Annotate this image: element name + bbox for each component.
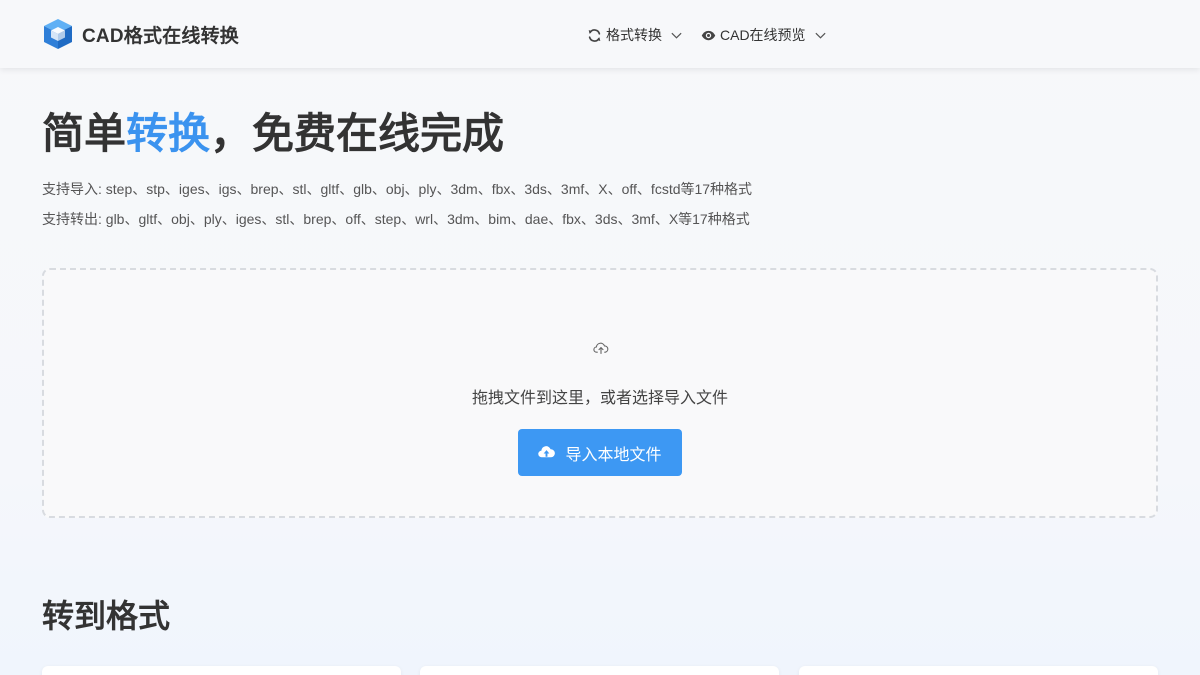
eye-icon (701, 30, 716, 40)
brand-name: CAD格式在线转换 (82, 25, 239, 47)
hero-title-post: ，免费在线完成 (210, 110, 505, 157)
cloud-upload-icon (538, 446, 556, 458)
hero-title: 简单转换，免费在线完成 (42, 108, 504, 160)
nav-cad-preview-label: CAD在线预览 (720, 27, 806, 43)
cube-icon (44, 19, 72, 49)
cloud-upload-icon (593, 342, 609, 355)
main-nav: 格式转换 CAD在线预览 (587, 23, 827, 47)
refresh-icon (588, 28, 601, 42)
supported-import-formats: 支持导入: step、stp、iges、igs、brep、stl、gltf、gl… (42, 181, 753, 197)
format-card[interactable] (42, 666, 401, 675)
nav-cad-preview[interactable]: CAD在线预览 (701, 25, 827, 45)
nav-format-convert[interactable]: 格式转换 (587, 25, 683, 45)
import-local-file-label: 导入本地文件 (565, 446, 662, 464)
format-card[interactable] (799, 666, 1158, 675)
section-title: 转到格式 (42, 598, 171, 634)
supported-export-formats: 支持转出: glb、gltf、obj、ply、iges、stl、brep、off… (42, 211, 750, 227)
dropzone-prompt: 拖拽文件到这里，或者选择导入文件 (471, 390, 728, 407)
brand[interactable]: CAD格式在线转换 (42, 18, 239, 50)
chevron-down-icon (671, 32, 682, 39)
import-local-file-button[interactable]: 导入本地文件 (518, 429, 682, 476)
hero-title-highlight: 转换 (126, 110, 211, 157)
top-header: CAD格式在线转换 格式转换 CAD在线预览 (0, 0, 1200, 68)
format-card[interactable] (420, 666, 779, 675)
chevron-down-icon (814, 32, 826, 39)
file-dropzone[interactable]: 拖拽文件到这里，或者选择导入文件 导入本地文件 (42, 268, 1158, 518)
nav-format-convert-label: 格式转换 (606, 27, 662, 43)
hero-title-pre: 简单 (42, 110, 127, 157)
